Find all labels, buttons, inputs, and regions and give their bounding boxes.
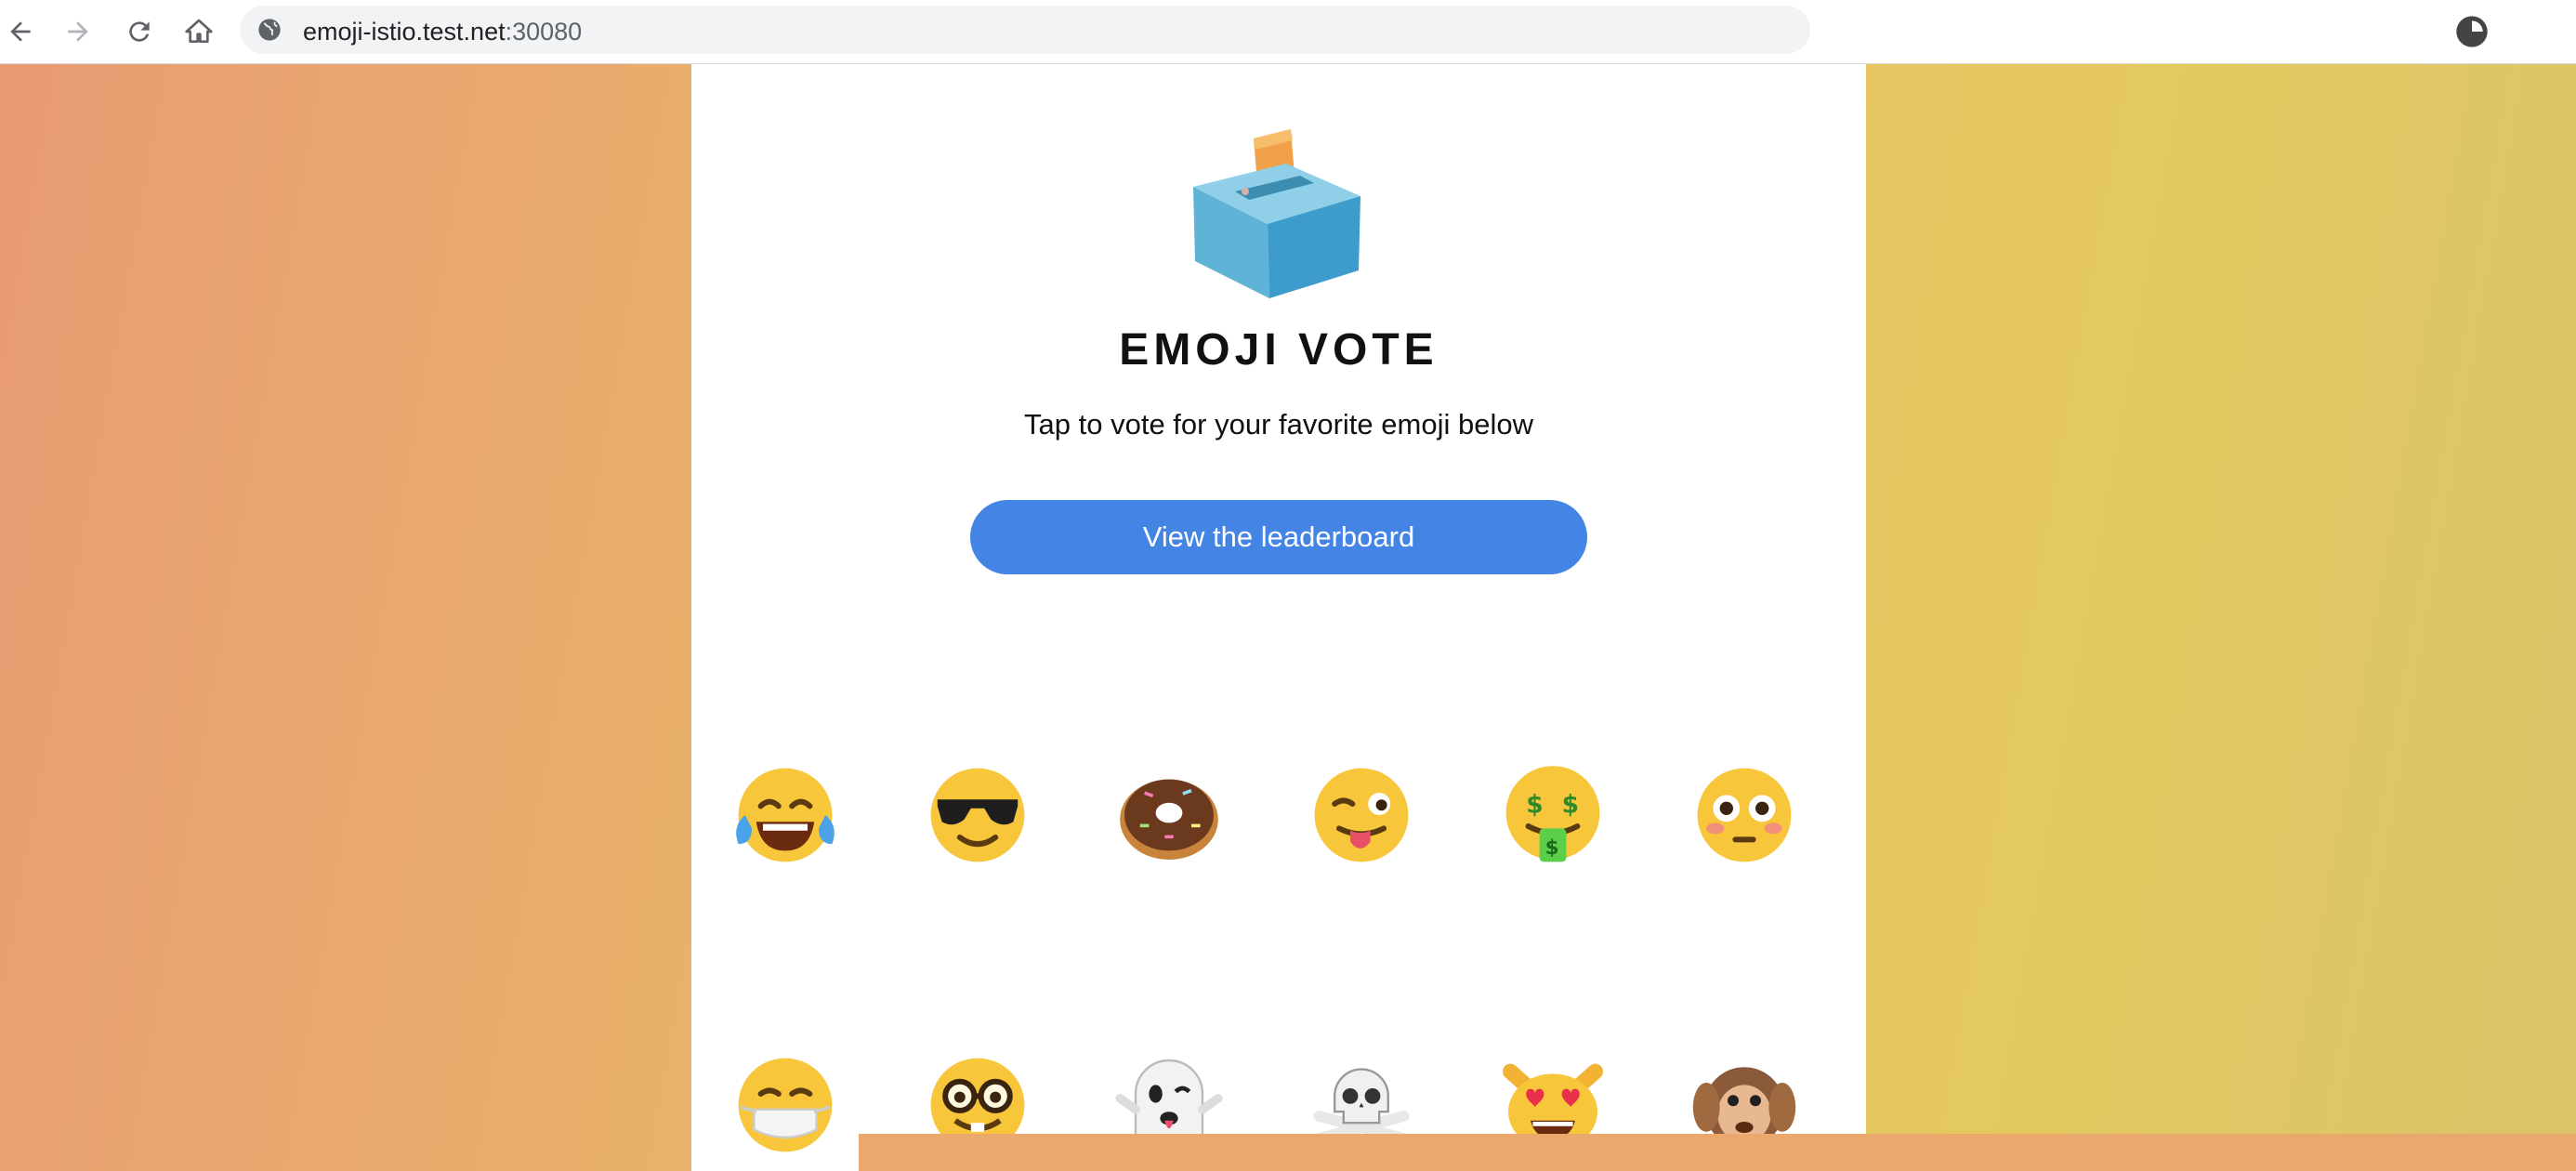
home-icon[interactable] [178,11,219,52]
back-arrow-icon[interactable] [0,11,41,52]
reload-icon[interactable] [119,11,160,52]
vote-card: EMOJI VOTE Tap to vote for your favorite… [691,64,1866,1171]
face-with-medical-mask-emoji[interactable] [729,1049,841,1161]
face-with-tears-of-joy-emoji[interactable] [729,759,841,871]
money-mouth-face-emoji[interactable]: $ $ $ [1497,759,1609,871]
svg-text:$: $ [1545,836,1559,860]
extension-icon[interactable] [2453,13,2491,50]
smiling-face-with-sunglasses-emoji[interactable] [922,759,1033,871]
svg-text:$: $ [1562,791,1579,820]
emoji-grid: $ $ $ [691,64,1866,1171]
url-port: :30080 [505,18,583,46]
globe-icon[interactable] [256,17,283,43]
bottom-overlay-bar [859,1134,2576,1171]
url-text[interactable]: emoji-istio.test.net:30080 [303,18,582,46]
doughnut-emoji[interactable] [1113,759,1225,871]
browser-toolbar: emoji-istio.test.net:30080 [0,0,2576,64]
address-bar[interactable]: emoji-istio.test.net:30080 [240,6,1810,54]
forward-arrow-icon[interactable] [58,11,99,52]
svg-text:$: $ [1526,791,1543,820]
url-host: emoji-istio.test.net [303,18,506,46]
flushed-face-emoji[interactable] [1689,759,1800,871]
winking-face-with-tongue-emoji[interactable] [1306,759,1417,871]
